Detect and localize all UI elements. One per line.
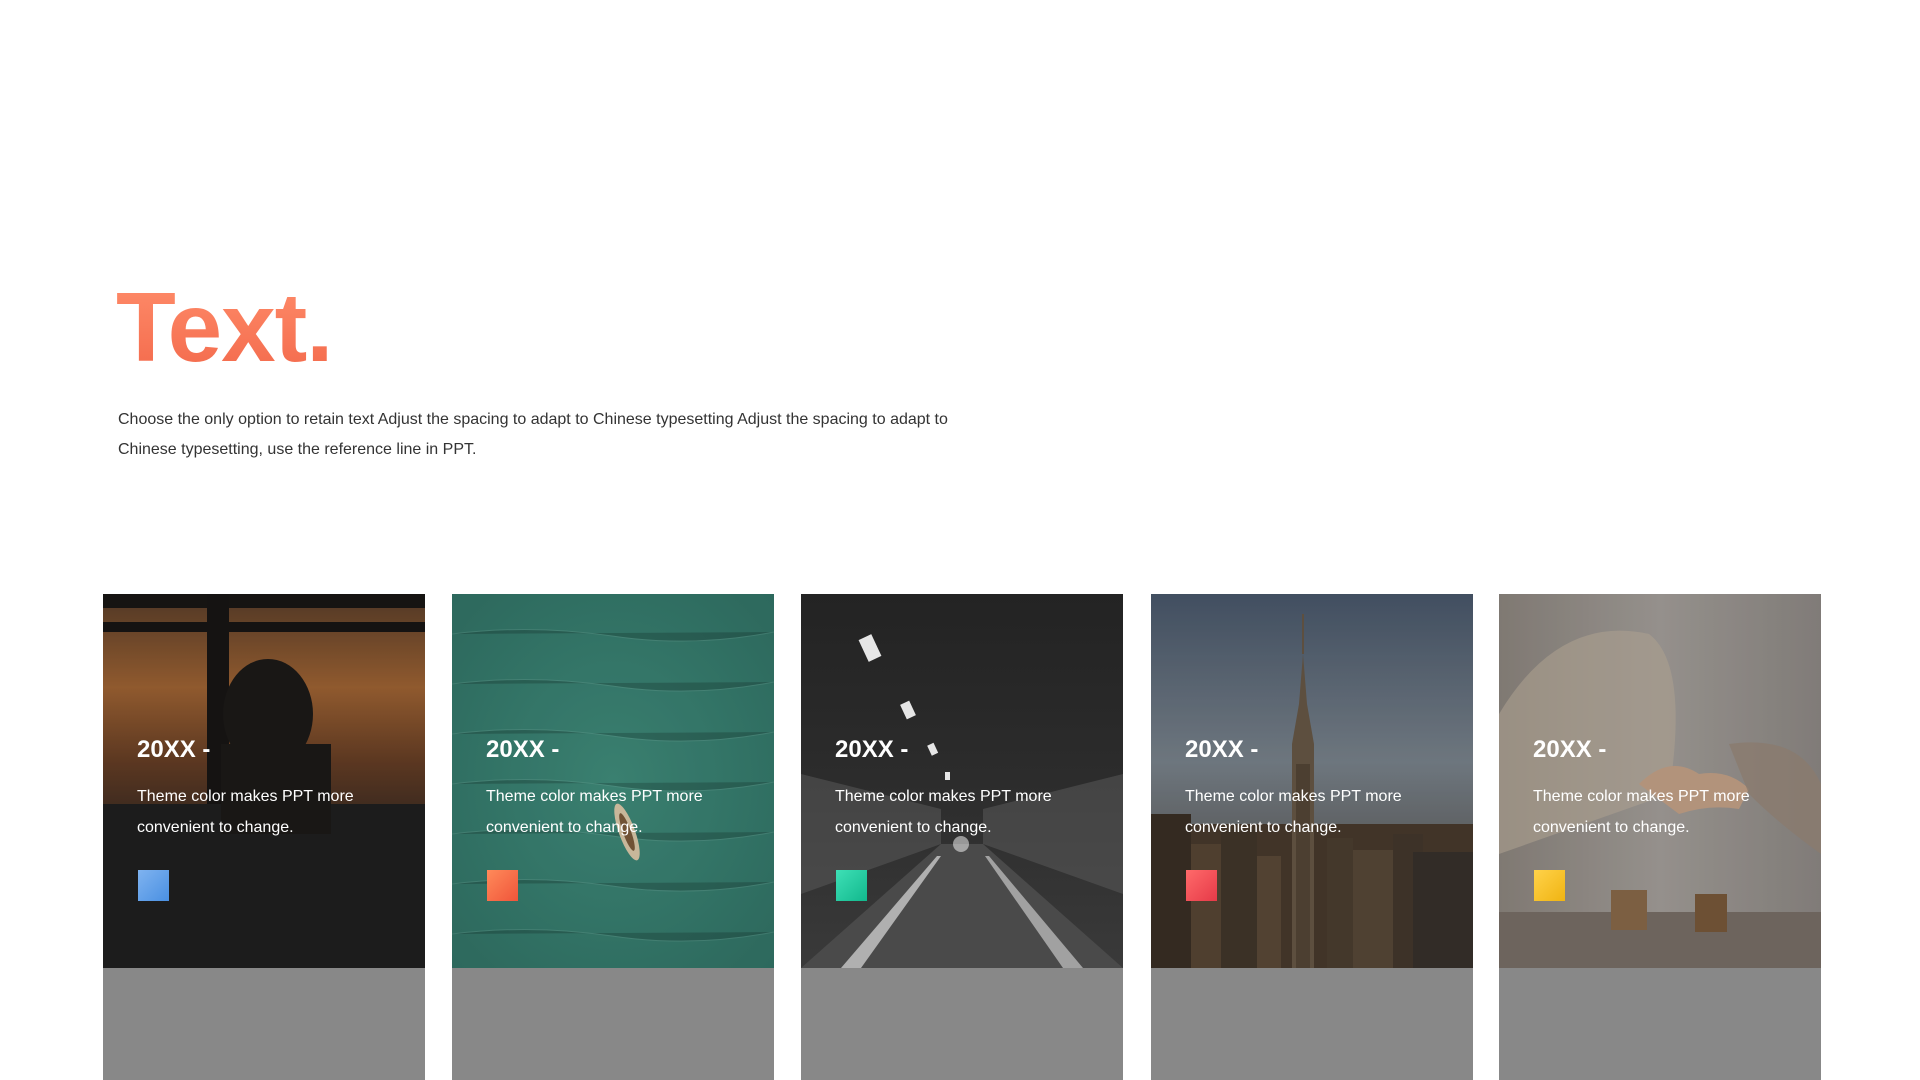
card-year: 20XX - [1185,736,1259,763]
theme-color-swatch [487,870,518,901]
card-1: 20XX - Theme color makes PPT more conven… [103,594,425,1080]
card-year: 20XX - [137,736,211,763]
card-row: 20XX - Theme color makes PPT more conven… [103,594,1821,1080]
slide-description: Choose the only option to retain text Ad… [118,411,948,458]
card-year: 20XX - [835,736,909,763]
card-year: 20XX - [486,736,560,763]
card-2: 20XX - Theme color makes PPT more conven… [452,594,774,1080]
card-4: 20XX - Theme color makes PPT more conven… [1151,594,1473,1080]
card-photo-city: 20XX - Theme color makes PPT more conven… [1151,594,1473,968]
card-photo-sunset: 20XX - Theme color makes PPT more conven… [103,594,425,968]
theme-color-swatch [138,870,169,901]
card-photo-handshake: 20XX - Theme color makes PPT more conven… [1499,594,1821,968]
theme-color-swatch [836,870,867,901]
card-3: 20XX - Theme color makes PPT more conven… [801,594,1123,1080]
theme-color-swatch [1534,870,1565,901]
card-photo-sea: 20XX - Theme color makes PPT more conven… [452,594,774,968]
card-photo-tunnel: 20XX - Theme color makes PPT more conven… [801,594,1123,968]
card-5: 20XX - Theme color makes PPT more conven… [1499,594,1821,1080]
theme-color-swatch [1186,870,1217,901]
card-text: Theme color makes PPT more convenient to… [835,788,1052,836]
card-text: Theme color makes PPT more convenient to… [137,788,354,836]
slide-title: Text. [116,272,333,382]
card-text: Theme color makes PPT more convenient to… [1185,788,1402,836]
card-text: Theme color makes PPT more convenient to… [486,788,703,836]
card-text: Theme color makes PPT more convenient to… [1533,788,1750,836]
slide: Text. Choose the only option to retain t… [0,0,1920,1080]
card-year: 20XX - [1533,736,1607,763]
